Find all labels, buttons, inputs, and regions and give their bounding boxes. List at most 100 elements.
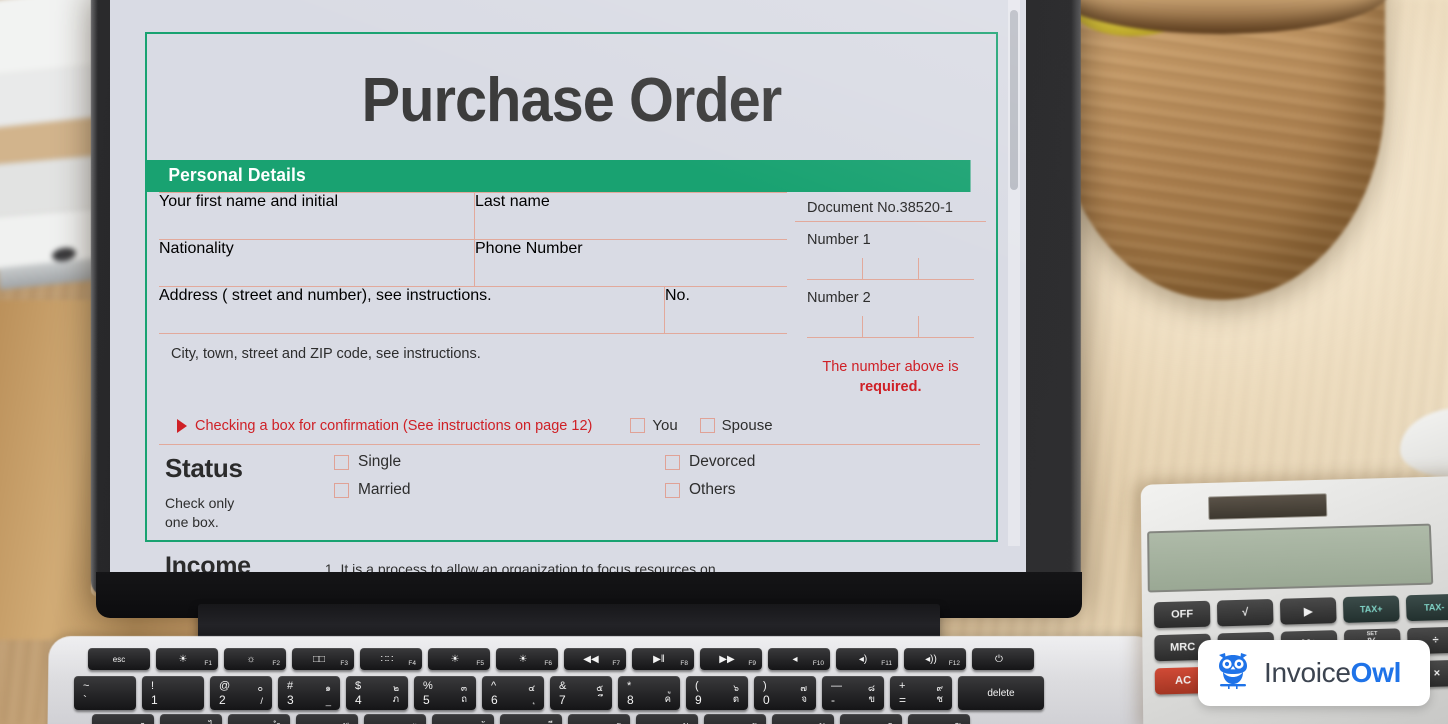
first-name-field[interactable]: Your first name and initial: [159, 193, 474, 239]
key-esc[interactable]: esc: [88, 648, 150, 670]
key-9[interactable]: (9 ๖ต: [686, 676, 748, 710]
key-W[interactable]: Wไ: [160, 714, 222, 724]
address-number-field[interactable]: No.: [664, 287, 787, 333]
city-field[interactable]: City, town, street and ZIP code, see ins…: [159, 334, 787, 380]
number-2-segment[interactable]: [807, 316, 862, 338]
key-fn-label: F9: [748, 660, 756, 667]
calculator-key-[interactable]: √: [1216, 598, 1274, 627]
key-2[interactable]: @2 ๐ /: [210, 676, 272, 710]
nationality-field[interactable]: Nationality: [159, 240, 474, 286]
keyboard-number-row[interactable]: ~`!1@2๐/#3๑_$4๒ภ%5๓ถ^6๔ุ&7๕ึ*8ูค(9๖ต)0๗จ…: [74, 676, 1044, 710]
key-3[interactable]: #3 ๑ _: [278, 676, 340, 710]
key-Y[interactable]: Yั: [432, 714, 494, 724]
key-8[interactable]: *8ูค: [618, 676, 680, 710]
key-1[interactable]: ! 1: [142, 676, 204, 710]
status-option-divorced[interactable]: Devorced: [665, 453, 996, 471]
key-k-main: !: [151, 680, 155, 692]
key-k-alt: บ: [819, 718, 825, 724]
key-glyph-icon: ▶‖: [653, 653, 665, 665]
key-k-alt: ๔: [528, 683, 535, 693]
key-7[interactable]: &7๕ึ: [550, 676, 612, 710]
key-k-sub: =: [899, 693, 907, 707]
checkbox-icon[interactable]: [699, 418, 715, 434]
key-R[interactable]: Rพ: [296, 714, 358, 724]
key-F2[interactable]: ☼ F2: [224, 648, 286, 670]
key-Q[interactable]: Qๆ: [92, 714, 154, 724]
key-][interactable]: ]ล: [840, 714, 902, 724]
number-1-input[interactable]: [807, 258, 974, 280]
number-1-segment[interactable]: [807, 258, 862, 280]
calculator-key-tax[interactable]: TAX-: [1405, 593, 1448, 622]
key-U[interactable]: Uี: [500, 714, 562, 724]
key-O[interactable]: Oน: [636, 714, 698, 724]
key-k-alt: ไ: [208, 718, 213, 724]
key-F4[interactable]: ∷∷ F4: [360, 648, 422, 670]
key-E[interactable]: Eำ: [228, 714, 290, 724]
key-F9[interactable]: ▶▶ F9: [700, 648, 762, 670]
key-power[interactable]: ⏻: [972, 648, 1034, 670]
number-1-segment[interactable]: [862, 258, 918, 280]
checkbox-icon[interactable]: [334, 454, 349, 470]
key-k-alt2: ค: [664, 694, 671, 705]
key-I[interactable]: Iร: [568, 714, 630, 724]
checkbox-spouse[interactable]: Spouse: [699, 417, 773, 434]
key-glyph-icon: ▶▶: [719, 653, 735, 665]
key-0[interactable]: ) 0 ๗จ: [754, 676, 816, 710]
key-k-sub: 2: [219, 693, 226, 707]
status-option-married[interactable]: Married: [334, 481, 665, 499]
address-field[interactable]: Address ( street and number), see instru…: [159, 287, 664, 333]
key-P[interactable]: Pย: [704, 714, 766, 724]
key-k-alt: ร: [616, 718, 621, 724]
calculator-key-off[interactable]: OFF: [1153, 600, 1211, 629]
number-1-segment[interactable]: [918, 258, 974, 280]
last-name-label: Last name: [475, 193, 550, 210]
key-F3[interactable]: □□ F3: [292, 648, 354, 670]
key-k-sub: -: [831, 693, 835, 707]
fruit-bowl: [1048, 0, 1448, 350]
checkbox-icon[interactable]: [630, 418, 646, 434]
key-k-main: ): [763, 680, 767, 692]
scrollbar-track[interactable]: [1008, 0, 1020, 546]
last-name-field[interactable]: Last name: [474, 193, 787, 239]
key-=[interactable]: + = ๙ช: [890, 676, 952, 710]
key-F6[interactable]: ☀ F6: [496, 648, 558, 670]
number-2-input[interactable]: [807, 316, 974, 338]
checkbox-icon[interactable]: [665, 454, 680, 470]
key--[interactable]: — -๘ข: [822, 676, 884, 710]
key-k-sub: 9: [695, 693, 702, 707]
document-number-column: Document No.38520-1 Number 1 Number 2 Th…: [787, 192, 996, 397]
key-delete[interactable]: delete: [958, 676, 1044, 710]
key-F8[interactable]: ▶‖ F8: [632, 648, 694, 670]
status-options-left: Single Married: [334, 453, 665, 532]
number-2-segment[interactable]: [918, 316, 974, 338]
key-k-alt2: _: [325, 696, 331, 707]
checkbox-icon[interactable]: [334, 482, 349, 498]
calculator-key-[interactable]: ▶: [1279, 597, 1337, 625]
key-k-alt2: ช: [936, 694, 943, 705]
checkbox-you[interactable]: You: [630, 417, 678, 434]
key-T[interactable]: Tะ: [364, 714, 426, 724]
key-`[interactable]: ~ `: [74, 676, 136, 710]
keyboard-qwerty-row[interactable]: Qๆ Wไ Eำ Rพ Tะ Yั Uี Iร Oน Pย [บ ]ล \ฃ: [92, 714, 970, 724]
key-4[interactable]: $4 ๒ภ: [346, 676, 408, 710]
keyboard-function-row[interactable]: esc ☀ F1 ☼ F2 □□ F3 ∷∷ F4 ☀ F5 ☀ F6 ◀◀ F7 ▶‖ F8 ▶▶ F9 ◂ F10 ◂…: [88, 648, 1034, 670]
scrollbar-thumb[interactable]: [1010, 10, 1018, 190]
laptop-screen: Purchase Order Personal Details Your fir…: [110, 0, 1026, 572]
key-F7[interactable]: ◀◀ F7: [564, 648, 626, 670]
status-option-single[interactable]: Single: [334, 453, 665, 471]
number-2-segment[interactable]: [862, 316, 918, 338]
key-F1[interactable]: ☀ F1: [156, 648, 218, 670]
key-\[interactable]: \ฃ: [908, 714, 970, 724]
phone-number-field[interactable]: Phone Number: [474, 240, 787, 286]
key-F12[interactable]: ◂)) F12: [904, 648, 966, 670]
key-F5[interactable]: ☀ F5: [428, 648, 490, 670]
key-[[interactable]: [บ: [772, 714, 834, 724]
key-6[interactable]: ^6๔ุ: [482, 676, 544, 710]
status-option-others[interactable]: Others: [665, 481, 996, 499]
checkbox-icon[interactable]: [665, 482, 680, 498]
key-F10[interactable]: ◂ F10: [768, 648, 830, 670]
status-title: Status: [165, 453, 243, 484]
calculator-key-tax[interactable]: TAX+: [1342, 595, 1400, 623]
key-5[interactable]: % 5 ๓ถ: [414, 676, 476, 710]
key-F11[interactable]: ◂) F11: [836, 648, 898, 670]
